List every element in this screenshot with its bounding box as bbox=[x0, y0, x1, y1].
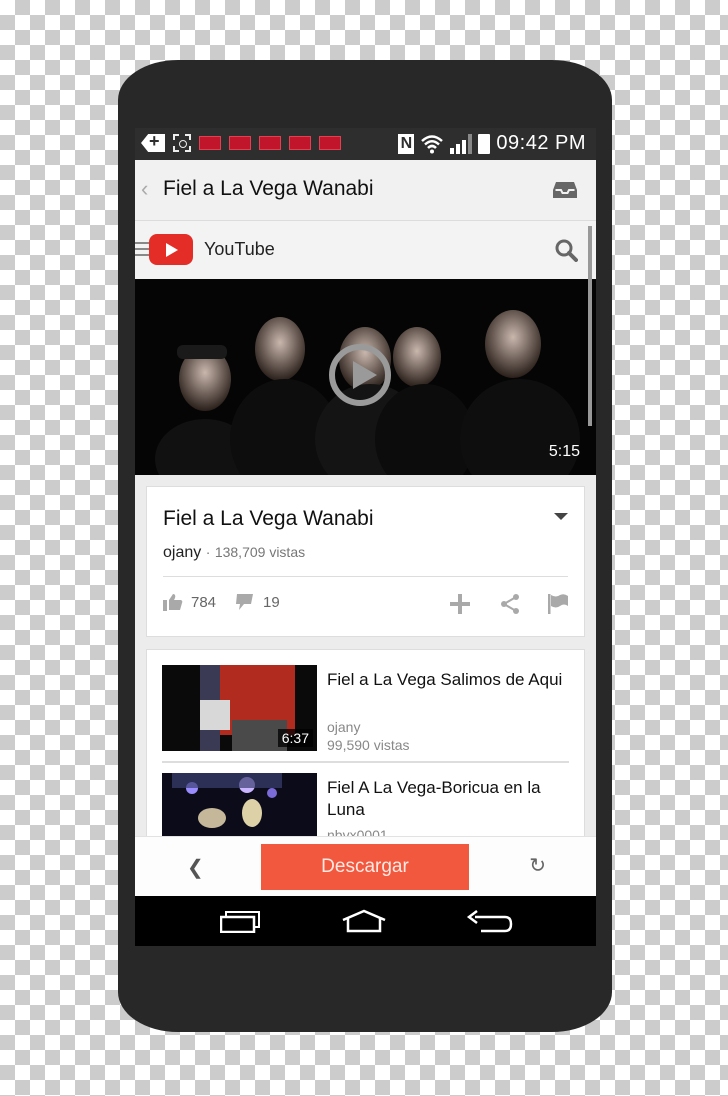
bottom-action-bar: ❮ Descargar ↻ bbox=[135, 836, 596, 897]
divider bbox=[163, 576, 568, 577]
clock: 09:42 PM bbox=[496, 132, 586, 154]
inbox-icon[interactable] bbox=[552, 181, 578, 199]
battery-icon bbox=[478, 133, 491, 154]
like-button[interactable]: 784 bbox=[163, 593, 216, 611]
comment-dislike-icon bbox=[236, 594, 253, 610]
app-notification-icon bbox=[199, 136, 221, 150]
refresh-button[interactable]: ↻ bbox=[529, 853, 546, 878]
divider bbox=[162, 761, 569, 763]
menu-icon[interactable] bbox=[135, 242, 149, 260]
previous-button[interactable]: ❮ bbox=[187, 855, 204, 880]
back-button[interactable]: ‹ bbox=[141, 176, 148, 202]
app-notification-icon bbox=[259, 136, 281, 150]
related-video-duration: 6:37 bbox=[277, 729, 313, 747]
expand-caret-icon[interactable] bbox=[554, 513, 568, 520]
video-player[interactable]: 5:15 bbox=[135, 279, 596, 475]
youtube-logo-icon bbox=[149, 234, 193, 265]
android-navigation-bar bbox=[135, 896, 596, 946]
youtube-toolbar: YouTube bbox=[135, 221, 596, 279]
channel-name[interactable]: ojany bbox=[163, 544, 201, 561]
app-notification-icon bbox=[319, 136, 341, 150]
add-to-playlist-icon[interactable] bbox=[449, 593, 471, 615]
related-video-thumbnail[interactable]: 6:37 bbox=[162, 665, 317, 751]
app-notification-icon bbox=[229, 136, 251, 150]
youtube-brand: YouTube bbox=[204, 239, 275, 259]
home-icon[interactable] bbox=[340, 909, 388, 933]
status-bar: N 09:42 PM bbox=[135, 128, 596, 160]
video-actions: 784 19 bbox=[163, 593, 568, 617]
video-meta: ojany · 138,709 vistas bbox=[163, 544, 305, 562]
dislike-button[interactable]: 19 bbox=[235, 593, 280, 611]
screenshot-icon bbox=[173, 134, 191, 152]
search-icon[interactable] bbox=[554, 238, 578, 262]
related-videos-list: 6:37 Fiel a La Vega Salimos de Aqui ojan… bbox=[146, 649, 585, 849]
play-icon[interactable] bbox=[329, 344, 391, 406]
scrollbar[interactable] bbox=[588, 226, 592, 426]
video-duration: 5:15 bbox=[548, 443, 580, 460]
related-video-channel: ojany bbox=[327, 719, 361, 735]
like-count: 784 bbox=[191, 593, 217, 611]
related-video-views: 99,590 vistas bbox=[327, 737, 410, 753]
add-notification-icon bbox=[141, 134, 165, 152]
nfc-icon: N bbox=[398, 133, 415, 154]
wifi-icon bbox=[421, 134, 444, 153]
app-header: ‹ Fiel a La Vega Wanabi bbox=[135, 160, 596, 221]
thumbs-up-icon bbox=[163, 594, 183, 611]
video-info-card: Fiel a La Vega Wanabi ojany · 138,709 vi… bbox=[146, 486, 585, 637]
app-notification-icon bbox=[289, 136, 311, 150]
signal-icon bbox=[450, 133, 473, 154]
flag-icon[interactable] bbox=[547, 593, 569, 615]
meta-separator: · bbox=[205, 544, 211, 560]
view-count: 138,709 vistas bbox=[214, 544, 306, 560]
back-icon[interactable] bbox=[465, 909, 513, 935]
video-title: Fiel a La Vega Wanabi bbox=[163, 507, 374, 530]
page-title: Fiel a La Vega Wanabi bbox=[163, 177, 374, 200]
related-video-title[interactable]: Fiel A La Vega-Boricua en la Luna bbox=[327, 777, 567, 821]
download-button[interactable]: Descargar bbox=[261, 844, 469, 890]
related-video-title[interactable]: Fiel a La Vega Salimos de Aqui bbox=[327, 669, 567, 691]
share-icon[interactable] bbox=[499, 593, 521, 615]
phone-screen: N 09:42 PM ‹ Fiel a La Vega Wanabi YouTu… bbox=[135, 128, 596, 946]
dislike-count: 19 bbox=[263, 593, 280, 611]
recent-apps-icon[interactable] bbox=[220, 911, 260, 933]
